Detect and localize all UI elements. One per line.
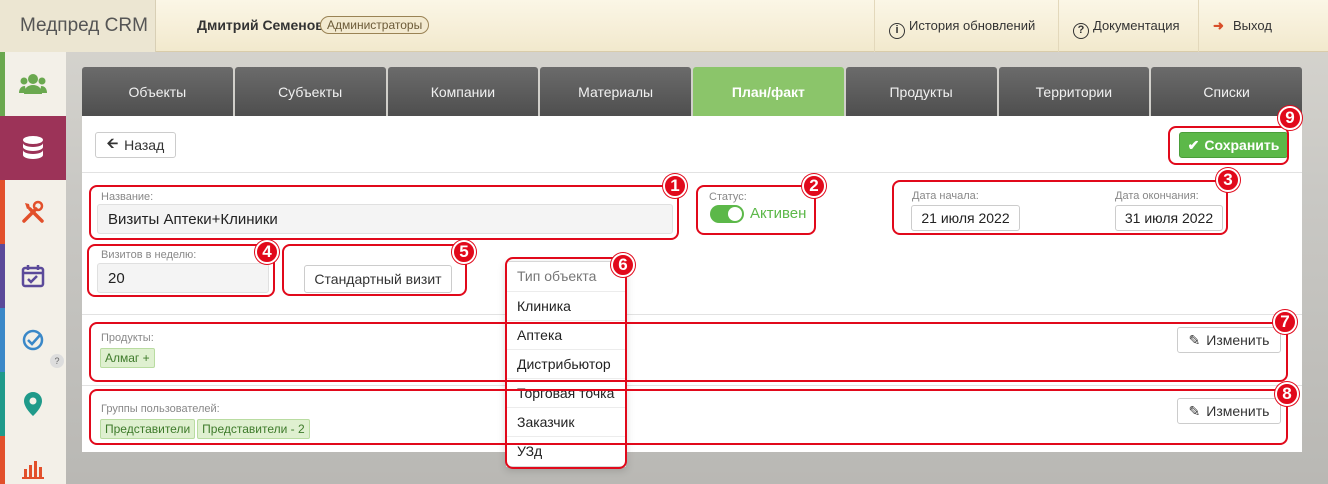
- calendar-check-icon: [21, 265, 45, 288]
- callout-frame: [1168, 126, 1289, 165]
- back-label: Назад: [124, 137, 165, 153]
- tab-objects[interactable]: Объекты: [82, 67, 233, 117]
- callout-frame: [696, 185, 816, 235]
- sidebar-accent: [0, 180, 5, 244]
- sidebar-item-tools[interactable]: [0, 180, 66, 244]
- divider: [82, 385, 1302, 386]
- callout-number: 6: [611, 253, 635, 277]
- tab-plan-fact[interactable]: План/факт: [693, 67, 844, 117]
- tools-icon: [22, 200, 44, 223]
- sidebar-item-map[interactable]: [0, 372, 66, 436]
- callout-number: 3: [1216, 168, 1240, 192]
- sidebar-accent: [0, 244, 5, 308]
- tab-companies[interactable]: Компании: [387, 67, 539, 117]
- sidebar-item-database[interactable]: [0, 116, 66, 180]
- sidebar-item-calendar[interactable]: [0, 244, 66, 308]
- callout-number: 2: [802, 174, 826, 198]
- callout-number: 7: [1273, 310, 1297, 334]
- documentation-label: Документация: [1093, 18, 1180, 33]
- callout-number: 1: [663, 174, 687, 198]
- callout-frame: [87, 244, 275, 297]
- bar-chart-icon: [22, 461, 44, 479]
- callout-number: 4: [255, 240, 279, 264]
- updates-history-link[interactable]: i История обновлений: [874, 0, 1058, 52]
- info-icon: i: [889, 23, 905, 39]
- logout-icon: ➜: [1213, 18, 1224, 33]
- question-icon: ?: [1073, 23, 1089, 39]
- sidebar-accent: [0, 372, 5, 436]
- users-icon: [19, 74, 47, 94]
- callout-number: 8: [1275, 382, 1299, 406]
- user-name[interactable]: Дмитрий Семенов: [197, 17, 324, 33]
- user-role-badge: Администраторы: [320, 16, 430, 34]
- divider: [82, 172, 1302, 173]
- sidebar-accent: [0, 52, 5, 116]
- sidebar: ?: [0, 52, 66, 484]
- callout-frame: [89, 389, 1288, 445]
- sidebar-accent: [0, 436, 5, 484]
- logout-label: Выход: [1233, 18, 1272, 33]
- divider: [82, 314, 1302, 315]
- arrow-left-icon: 🡨: [106, 135, 119, 151]
- sidebar-item-tasks[interactable]: ?: [0, 308, 66, 372]
- database-icon: [23, 136, 43, 159]
- tab-materials[interactable]: Материалы: [540, 67, 691, 117]
- app-title[interactable]: Медпред CRM: [0, 0, 156, 52]
- callout-frame: [89, 185, 679, 240]
- logout-link[interactable]: ➜ Выход: [1198, 0, 1328, 52]
- sidebar-item-users[interactable]: [0, 52, 66, 116]
- tab-lists[interactable]: Списки: [1151, 67, 1302, 117]
- sidebar-accent: [0, 308, 5, 372]
- tab-territories[interactable]: Территории: [998, 67, 1150, 117]
- callout-number: 9: [1278, 106, 1302, 130]
- callout-number: 5: [452, 240, 476, 264]
- back-button[interactable]: 🡨 Назад: [95, 132, 176, 158]
- callout-frame: [89, 322, 1288, 382]
- callout-frame: [282, 244, 467, 296]
- tab-products[interactable]: Продукты: [845, 67, 997, 117]
- updates-history-label: История обновлений: [909, 18, 1036, 33]
- collapse-sidebar-icon[interactable]: ?: [50, 354, 64, 368]
- main-tabs: Объекты Субъекты Компании Материалы План…: [82, 67, 1302, 117]
- tab-subjects[interactable]: Субъекты: [234, 67, 386, 117]
- check-circle-icon: [22, 329, 44, 351]
- map-marker-icon: [24, 392, 42, 416]
- top-bar: Медпред CRM Дмитрий Семенов Администрато…: [0, 0, 1328, 52]
- callout-frame: [892, 180, 1228, 235]
- sidebar-item-reports[interactable]: [0, 436, 66, 484]
- documentation-link[interactable]: ? Документация: [1058, 0, 1198, 52]
